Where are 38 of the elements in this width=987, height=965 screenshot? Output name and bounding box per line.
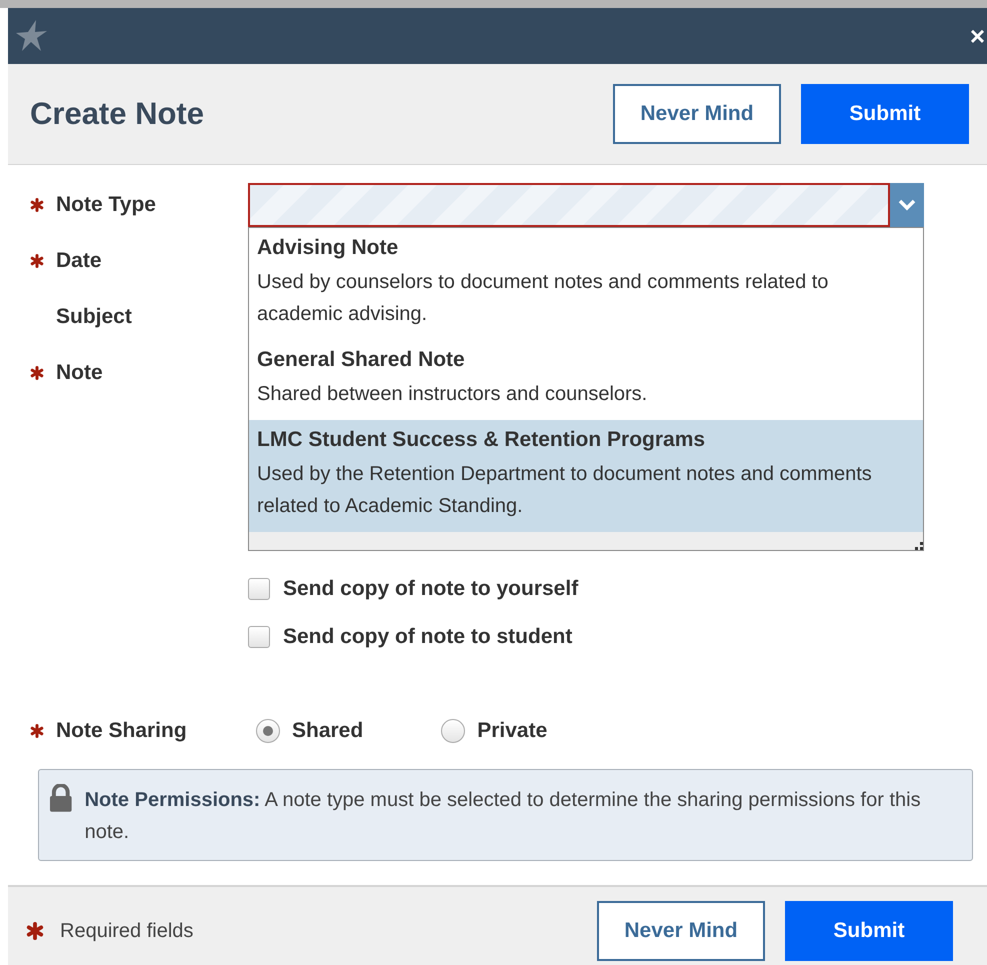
resize-grip-icon <box>915 542 923 550</box>
field-label: Subject <box>56 305 132 329</box>
checkbox-label: Send copy of note to student <box>283 625 572 649</box>
required-icon <box>30 366 44 380</box>
radio-button[interactable] <box>256 719 280 743</box>
radio-button[interactable] <box>441 719 466 743</box>
checkbox-label: Send copy of note to yourself <box>283 577 578 601</box>
cancel-button[interactable]: Never Mind <box>613 84 781 144</box>
field-label: Note Sharing <box>56 719 187 743</box>
note-type-select[interactable] <box>248 183 890 227</box>
checkbox[interactable] <box>248 626 270 648</box>
option-description: Used by counselors to document notes and comments related to academic advising. <box>257 270 830 327</box>
option-description: Used by the Retention Department to document notes and comments related to Academic Standing. <box>257 462 873 519</box>
legend-text: Required fields <box>60 920 194 942</box>
option-title: General Shared Note <box>257 348 466 372</box>
option-title: Advising Note <box>257 236 400 260</box>
dropdown-option[interactable]: LMC Student Success & Retention Programs Used by the Retention Department to document notes and comments related to Academic Standing. <box>249 420 923 532</box>
radio-label: Private <box>477 719 548 743</box>
checkbox[interactable] <box>248 578 270 600</box>
cancel-button[interactable]: Never Mind <box>597 901 765 961</box>
required-icon <box>26 922 44 940</box>
permissions-text: Note Permissions: A note type must be selected to determine the sharing permissions for this note. <box>84 788 922 845</box>
required-icon <box>30 724 44 738</box>
field-label: Date <box>56 249 102 273</box>
field-label: Note Type <box>56 193 156 217</box>
dropdown-button[interactable] <box>890 183 924 227</box>
close-button[interactable]: × <box>970 23 987 49</box>
option-title: LMC Student Success & Retention Programs <box>257 428 706 452</box>
required-icon <box>30 198 44 212</box>
required-icon <box>30 254 44 268</box>
option-description: Shared between instructors and counselors. <box>257 382 648 407</box>
submit-button[interactable]: Submit <box>785 901 953 961</box>
lock-icon <box>49 784 73 812</box>
field-label: Note <box>56 361 103 385</box>
dialog-title: Create Note <box>30 96 205 132</box>
radio-label: Shared <box>292 719 364 743</box>
chevron-down-icon <box>898 199 916 211</box>
submit-button[interactable]: Submit <box>801 84 969 144</box>
